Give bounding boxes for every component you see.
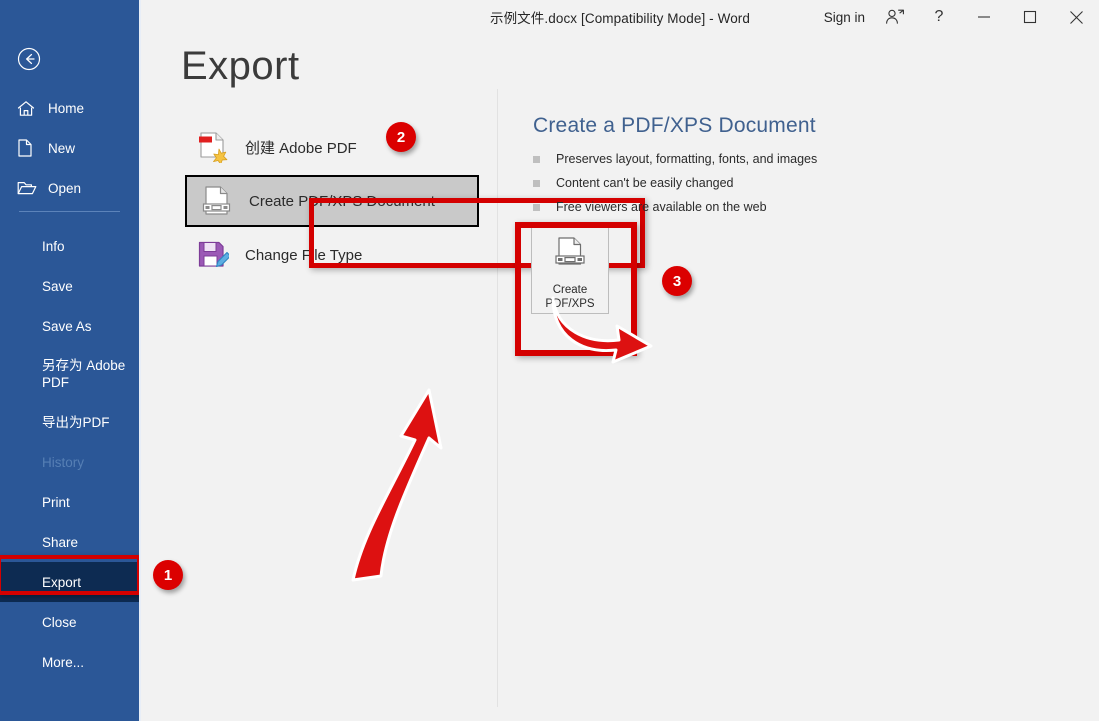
help-question-icon[interactable]: ? bbox=[917, 0, 961, 34]
bullet-text: Free viewers are available on the web bbox=[556, 200, 767, 214]
sidebar-item-label: Save bbox=[42, 278, 73, 294]
option-label: 创建 Adobe PDF bbox=[245, 139, 357, 157]
create-pdf-xps-button-wrap: Create PDF/XPS bbox=[531, 226, 609, 314]
word-backstage-export-screen: Home New Open Info Save Save As 另存为 Adob… bbox=[0, 0, 1099, 721]
account-manager-icon[interactable] bbox=[873, 0, 917, 34]
home-icon bbox=[17, 99, 39, 117]
option-create-pdf-xps-document[interactable]: Create PDF/XPS Document bbox=[185, 175, 479, 227]
sidebar-item-save[interactable]: Save bbox=[0, 266, 141, 306]
sidebar-item-label: History bbox=[42, 454, 85, 470]
backstage-main-pane: Export 创建 Adobe PDF Create PDF/XPS Docum… bbox=[141, 34, 1099, 721]
sidebar-item-label: Info bbox=[42, 238, 65, 254]
export-detail-panel: Create a PDF/XPS Document Preserves layo… bbox=[533, 114, 963, 224]
sidebar-item-label: Open bbox=[48, 180, 82, 196]
sidebar-item-label: Save As bbox=[42, 318, 92, 334]
sidebar-item-save-as-adobe-pdf[interactable]: 另存为 Adobe PDF bbox=[0, 346, 141, 402]
create-pdf-xps-button-label: Create PDF/XPS bbox=[545, 283, 594, 311]
sign-in-button[interactable]: Sign in bbox=[816, 10, 873, 25]
sidebar-item-label: More... bbox=[42, 654, 85, 670]
sidebar-item-export-to-pdf[interactable]: 导出为PDF bbox=[0, 402, 141, 442]
sidebar-item-export[interactable]: Export bbox=[0, 562, 141, 602]
bullet-text: Content can't be easily changed bbox=[556, 176, 734, 190]
bullet-square-icon bbox=[533, 204, 540, 211]
detail-heading: Create a PDF/XPS Document bbox=[533, 114, 816, 137]
sidebar-item-close[interactable]: Close bbox=[0, 602, 141, 642]
list-item: Preserves layout, formatting, fonts, and… bbox=[533, 152, 963, 166]
label-line-1: Create bbox=[552, 284, 588, 296]
new-document-icon bbox=[17, 139, 39, 157]
sidebar-item-label: New bbox=[48, 140, 76, 156]
option-create-adobe-pdf[interactable]: 创建 Adobe PDF bbox=[183, 119, 483, 175]
sidebar-item-history: History bbox=[0, 442, 141, 482]
sidebar-item-print[interactable]: Print bbox=[0, 482, 141, 522]
sidebar-item-label: Home bbox=[48, 100, 85, 116]
minimize-icon[interactable] bbox=[961, 0, 1007, 34]
sidebar-item-share[interactable]: Share bbox=[0, 522, 141, 562]
sidebar-divider bbox=[19, 211, 120, 212]
open-folder-icon bbox=[17, 179, 39, 197]
adobe-pdf-icon bbox=[191, 127, 235, 167]
title-bar-controls: Sign in ? bbox=[816, 0, 1099, 34]
back-button[interactable] bbox=[16, 46, 42, 72]
option-change-file-type[interactable]: Change File Type bbox=[183, 227, 483, 283]
pdf-xps-document-icon bbox=[553, 236, 587, 277]
sidebar-secondary-nav: Info Save Save As 另存为 Adobe PDF 导出为PDF H… bbox=[0, 226, 141, 682]
title-bar: 示例文件.docx [Compatibility Mode] - Word Si… bbox=[141, 0, 1099, 34]
option-label: Change File Type bbox=[245, 246, 363, 264]
step-badge-3: 3 bbox=[662, 266, 692, 296]
sidebar-primary-nav: Home New Open bbox=[0, 88, 141, 208]
list-item: Content can't be easily changed bbox=[533, 176, 963, 190]
option-label: Create PDF/XPS Document bbox=[249, 192, 435, 210]
export-options-list: 创建 Adobe PDF Create PDF/XPS Document Cha… bbox=[183, 119, 483, 283]
step-badge-2: 2 bbox=[386, 122, 416, 152]
curved-arrow-up bbox=[351, 388, 443, 582]
vertical-divider bbox=[497, 89, 498, 707]
sidebar-item-label: 另存为 Adobe PDF bbox=[42, 358, 126, 390]
sidebar-item-info[interactable]: Info bbox=[0, 226, 141, 266]
bullet-square-icon bbox=[533, 180, 540, 187]
sidebar-item-open[interactable]: Open bbox=[0, 168, 141, 208]
page-title: Export bbox=[181, 44, 300, 88]
bullet-text: Preserves layout, formatting, fonts, and… bbox=[556, 152, 818, 166]
detail-bullet-list: Preserves layout, formatting, fonts, and… bbox=[533, 152, 963, 214]
sidebar-item-label: Print bbox=[42, 494, 70, 510]
sidebar-item-label: Close bbox=[42, 614, 77, 630]
step-badge-1: 1 bbox=[153, 560, 183, 590]
sidebar-item-label: Share bbox=[42, 534, 79, 550]
backstage-sidebar: Home New Open Info Save Save As 另存为 Adob… bbox=[0, 0, 141, 721]
close-icon[interactable] bbox=[1053, 0, 1099, 34]
sidebar-item-label: Export bbox=[42, 574, 82, 590]
label-line-2: PDF/XPS bbox=[545, 298, 595, 310]
list-item: Free viewers are available on the web bbox=[533, 200, 963, 214]
sidebar-item-new[interactable]: New bbox=[0, 128, 141, 168]
pdf-xps-document-icon bbox=[195, 181, 239, 221]
sidebar-item-home[interactable]: Home bbox=[0, 88, 141, 128]
sidebar-item-save-as[interactable]: Save As bbox=[0, 306, 141, 346]
change-file-type-icon bbox=[191, 235, 235, 275]
create-pdf-xps-button[interactable]: Create PDF/XPS bbox=[531, 226, 609, 314]
sidebar-item-more[interactable]: More... bbox=[0, 642, 141, 682]
maximize-restore-icon[interactable] bbox=[1007, 0, 1053, 34]
bullet-square-icon bbox=[533, 156, 540, 163]
sidebar-item-label: 导出为PDF bbox=[42, 414, 110, 430]
back-arrow-circle-icon bbox=[17, 47, 41, 71]
